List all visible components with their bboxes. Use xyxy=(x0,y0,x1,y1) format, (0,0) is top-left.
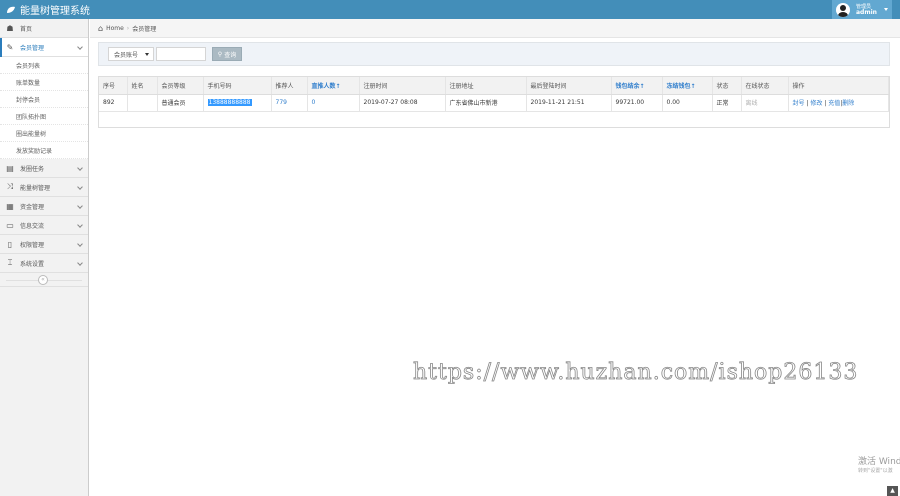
col-header: 序号 xyxy=(99,77,128,95)
table-row: 892 普通会员 13888888888 779 0 2019-07-27 08… xyxy=(99,94,889,112)
user-name: admin xyxy=(856,8,877,16)
breadcrumb: ⌂ Home › 会员管理 xyxy=(90,19,900,38)
breadcrumb-current: 会员管理 xyxy=(132,25,157,33)
sidebar-item-permissions[interactable]: ▯ 权限管理 xyxy=(0,235,88,254)
brand[interactable]: 能量树管理系统 xyxy=(0,2,90,17)
sidebar-item-settings[interactable]: ⌶ 系统设置 xyxy=(0,254,88,273)
col-header-sortable[interactable]: 钱包结余↑ xyxy=(611,77,663,95)
col-header: 操作 xyxy=(788,77,889,95)
chevron-down-icon xyxy=(77,241,83,247)
submenu-item-banned-members[interactable]: 封停会员 xyxy=(0,91,88,108)
cell-wallet: 99721.00 xyxy=(611,94,663,112)
sidebar-item-energy-tree[interactable]: ⤨ 能量树管理 xyxy=(0,178,88,197)
chevron-up-icon: ▲ xyxy=(890,487,895,494)
members-submenu: 会员列表 账单数量 封停会员 团队拓扑图 圈出能量树 发放奖励记录 xyxy=(0,57,88,159)
col-header: 姓名 xyxy=(127,77,158,95)
cell-id: 892 xyxy=(99,94,128,112)
search-panel: 会员账号 ⚲ 查询 xyxy=(98,42,890,66)
sidebar-item-tasks[interactable]: ▤ 发圈任务 xyxy=(0,159,88,178)
caret-down-icon xyxy=(884,8,888,11)
breadcrumb-home[interactable]: Home xyxy=(106,25,124,32)
chevron-down-icon xyxy=(77,203,83,209)
cell-status: 正常 xyxy=(712,94,742,112)
submenu-item-reward-records[interactable]: 发放奖励记录 xyxy=(0,142,88,159)
cell-direct-count[interactable]: 0 xyxy=(307,94,360,112)
search-icon: ⚲ xyxy=(217,50,223,58)
user-menu[interactable]: 管理员 admin xyxy=(832,0,892,19)
sidebar-item-members[interactable]: ✎ 会员管理 xyxy=(0,38,88,57)
cell-reg-time: 2019-07-27 08:08 xyxy=(359,94,446,112)
chevron-down-icon xyxy=(77,184,83,190)
sidebar-collapse-button[interactable]: « xyxy=(38,275,48,285)
cell-last-login: 2019-11-21 21:51 xyxy=(526,94,612,112)
chevron-down-icon xyxy=(77,222,83,228)
cell-referrer[interactable]: 779 xyxy=(271,94,308,112)
tachometer-icon: ☗ xyxy=(6,23,14,33)
cell-name xyxy=(127,94,158,112)
search-input[interactable] xyxy=(156,47,206,61)
col-header: 手机号码 xyxy=(203,77,272,95)
sidebar-item-messages[interactable]: ▭ 信息交流 xyxy=(0,216,88,235)
submenu-item-bill-count[interactable]: 账单数量 xyxy=(0,74,88,91)
chevron-down-icon xyxy=(77,260,83,266)
book-icon: ▤ xyxy=(6,163,14,173)
cell-frozen: 0.00 xyxy=(662,94,713,112)
cell-level: 普通会员 xyxy=(157,94,204,112)
cell-actions: 封号 | 修改 | 充值|删除 xyxy=(788,94,889,112)
members-table: 序号 姓名 会员等级 手机号码 推荐人 直推人数↑ 注册时间 注册地址 最后登陆… xyxy=(98,76,890,128)
home-icon: ⌂ xyxy=(98,23,104,33)
breadcrumb-separator: › xyxy=(126,24,130,32)
submenu-item-team-topology[interactable]: 团队拓扑图 xyxy=(0,108,88,125)
col-header: 在线状态 xyxy=(741,77,789,95)
search-button[interactable]: ⚲ 查询 xyxy=(212,47,242,61)
leaf-icon xyxy=(7,6,15,13)
col-header: 推荐人 xyxy=(271,77,308,95)
cell-online-status: 离线 xyxy=(741,94,789,112)
app-title: 能量树管理系统 xyxy=(20,6,90,17)
edit-icon: ✎ xyxy=(6,42,14,52)
table-header-row: 序号 姓名 会员等级 手机号码 推荐人 直推人数↑ 注册时间 注册地址 最后登陆… xyxy=(99,77,889,95)
ban-link[interactable]: 封号 xyxy=(793,100,805,107)
delete-link[interactable]: 删除 xyxy=(842,100,854,107)
calendar-icon: ▦ xyxy=(6,201,14,211)
edit-link[interactable]: 修改 xyxy=(810,100,822,107)
watermark-text: https://www.huzhan.com/ishop26133 xyxy=(413,360,859,386)
col-header: 状态 xyxy=(712,77,742,95)
avatar xyxy=(836,2,850,17)
col-header-sortable[interactable]: 冻结钱包↑ xyxy=(662,77,713,95)
sidebar-item-funds[interactable]: ▦ 资金管理 xyxy=(0,197,88,216)
submenu-item-energy-tree[interactable]: 圈出能量树 xyxy=(0,125,88,142)
windows-activation-title: 激活 Wind xyxy=(858,457,900,467)
random-icon: ⤨ xyxy=(6,182,14,191)
col-header: 会员等级 xyxy=(157,77,204,95)
sidebar-collapse-bar: « xyxy=(0,273,88,287)
col-header: 注册地址 xyxy=(445,77,527,95)
windows-activation-subtitle: 转到"设置"以激 xyxy=(858,468,893,474)
selected-phone-text: 13888888888 xyxy=(207,99,252,106)
sidebar-item-home[interactable]: ☗ 首页 xyxy=(0,19,88,38)
cell-phone: 13888888888 xyxy=(203,94,272,112)
search-field-select[interactable]: 会员账号 xyxy=(108,47,154,61)
cell-reg-addr: 广东省佛山市新港 xyxy=(445,94,527,112)
scroll-to-top-button[interactable]: ▲ xyxy=(887,486,898,496)
caret-down-icon xyxy=(145,53,149,56)
top-navbar: 能量树管理系统 管理员 admin xyxy=(0,0,900,19)
col-header: 注册时间 xyxy=(359,77,446,95)
file-icon: ▯ xyxy=(7,239,13,249)
chevron-down-icon xyxy=(77,44,83,50)
wrench-icon: ⌶ xyxy=(7,258,13,267)
submenu-item-member-list[interactable]: 会员列表 xyxy=(0,57,88,74)
sidebar: ☗ 首页 ✎ 会员管理 会员列表 账单数量 封停会员 团队拓扑图 圈出能量树 发… xyxy=(0,19,89,496)
col-header: 最后登陆时间 xyxy=(526,77,612,95)
chevron-down-icon xyxy=(77,165,83,171)
keyboard-icon: ▭ xyxy=(6,220,14,230)
recharge-link[interactable]: 充值 xyxy=(828,100,840,107)
col-header-sortable[interactable]: 直推人数↑ xyxy=(307,77,360,95)
